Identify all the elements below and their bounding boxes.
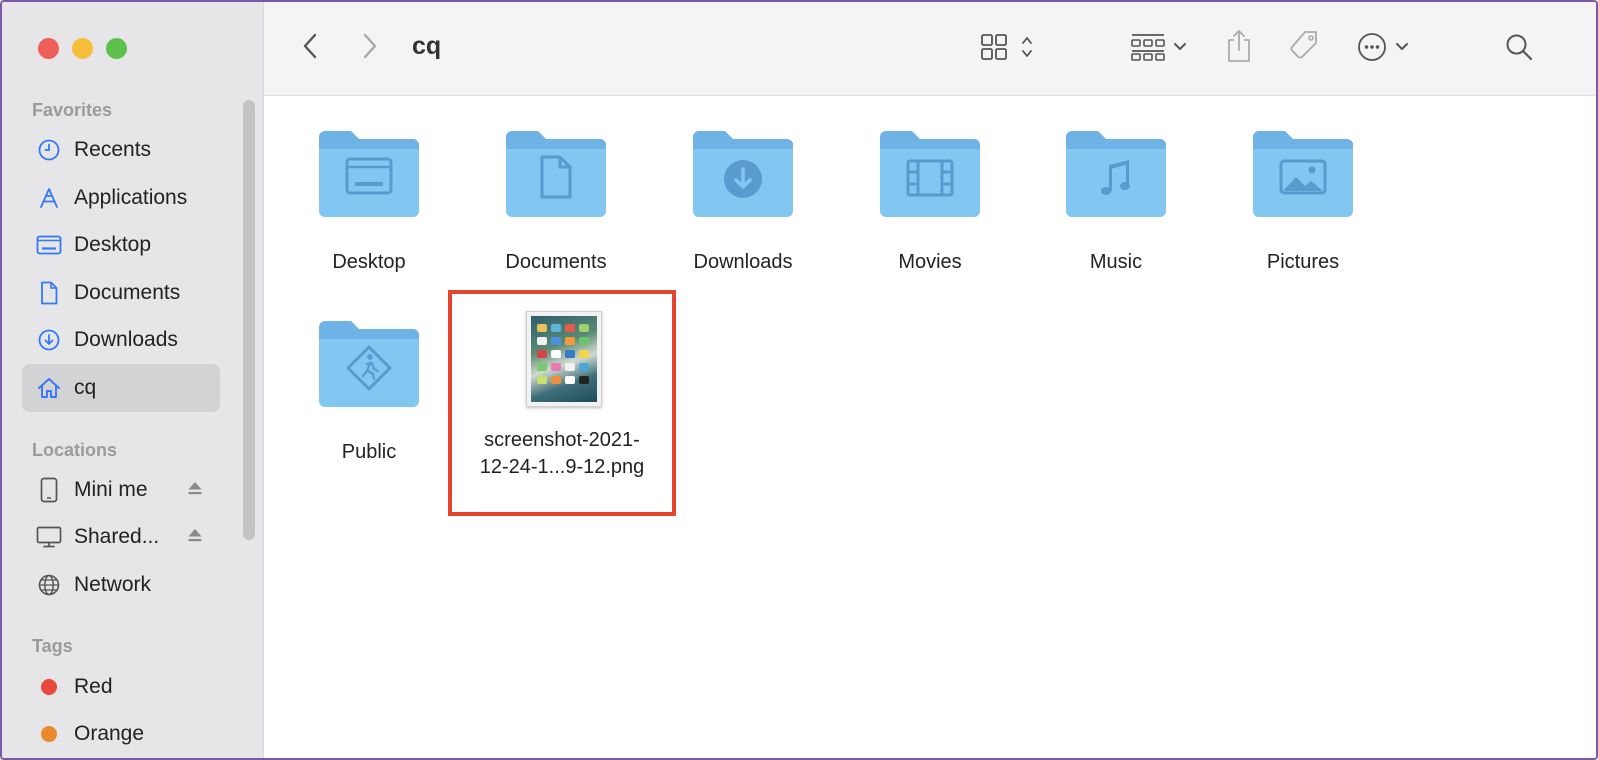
- sidebar-item-label: Recents: [74, 138, 152, 161]
- folder-music[interactable]: Music: [1023, 129, 1209, 275]
- locations-heading: Locations: [32, 440, 118, 460]
- folder-icon: [878, 129, 982, 219]
- folder-documents[interactable]: Documents: [463, 129, 649, 275]
- sidebar-item-label: cq: [74, 376, 97, 399]
- folder-pictures[interactable]: Pictures: [1210, 129, 1396, 275]
- screenshot-file-thumbnail[interactable]: [526, 311, 602, 407]
- forward-button[interactable]: [354, 30, 386, 66]
- sidebar-item-network[interactable]: Network: [22, 561, 220, 609]
- folder-label: Public: [341, 441, 397, 463]
- eject-icon[interactable]: [186, 480, 204, 501]
- folder-icon: [317, 129, 421, 219]
- favorites-heading: Favorites: [32, 100, 113, 120]
- sidebar-item-label: Applications: [74, 186, 188, 209]
- display-icon: [36, 524, 62, 550]
- sidebar-item-tag-orange[interactable]: Orange: [22, 710, 220, 758]
- minimize-window-button[interactable]: [72, 38, 93, 59]
- more-actions-button[interactable]: [1356, 32, 1418, 66]
- folder-label: Desktop: [332, 251, 406, 273]
- folder-label: Music: [1089, 251, 1143, 273]
- search-button[interactable]: [1502, 32, 1536, 66]
- view-mode-button[interactable]: [980, 32, 1040, 66]
- sidebar-item-desktop[interactable]: Desktop: [22, 221, 220, 269]
- ipad-icon: [36, 477, 62, 503]
- sidebar-item-mini-me[interactable]: Mini me: [22, 466, 220, 514]
- folder-desktop[interactable]: Desktop: [276, 129, 462, 275]
- group-by-button[interactable]: [1130, 32, 1192, 66]
- sidebar-item-label: Mini me: [74, 478, 148, 501]
- tags-heading: Tags: [32, 636, 73, 656]
- back-button[interactable]: [294, 30, 326, 66]
- sidebar-item-label: Documents: [74, 281, 181, 304]
- sidebar-item-label: Shared...: [74, 525, 160, 548]
- sidebar-item-tag-red[interactable]: Red: [22, 663, 220, 711]
- sidebar-item-label: Red: [74, 675, 113, 698]
- folder-icon: [1064, 129, 1168, 219]
- folder-movies[interactable]: Movies: [837, 129, 1023, 275]
- folder-icon: [1251, 129, 1355, 219]
- folder-icon: [504, 129, 608, 219]
- document-icon: [36, 280, 62, 306]
- sidebar-item-label: Downloads: [74, 328, 178, 351]
- orange-tag-dot-icon: [36, 721, 62, 747]
- file-label-line: screenshot-2021-: [484, 429, 640, 451]
- sidebar: Favorites Recents Applications Desktop D…: [2, 2, 264, 758]
- sidebar-item-recents[interactable]: Recents: [22, 126, 220, 174]
- desktop-icon: [36, 232, 62, 258]
- sidebar-item-cq[interactable]: cq: [22, 364, 220, 412]
- folder-icon: [317, 319, 421, 409]
- folder-label: Pictures: [1266, 251, 1340, 273]
- group-by-icon: [1130, 32, 1192, 67]
- download-glyph: [724, 160, 762, 198]
- window-title: cq: [412, 32, 442, 60]
- red-tag-dot-icon: [36, 674, 62, 700]
- screenshot-file-label[interactable]: screenshot-2021- 12-24-1...9-12.png: [452, 427, 672, 481]
- sidebar-scrollbar[interactable]: [243, 100, 255, 540]
- globe-icon: [36, 572, 62, 598]
- applications-icon: [36, 185, 62, 211]
- sidebar-item-label: Desktop: [74, 233, 152, 256]
- clock-icon: [36, 137, 62, 163]
- more-actions-icon: [1356, 31, 1418, 68]
- chevron-right-icon: [362, 32, 378, 65]
- folder-public[interactable]: Public: [276, 319, 462, 465]
- sidebar-item-downloads[interactable]: Downloads: [22, 316, 220, 364]
- finder-window: Favorites Recents Applications Desktop D…: [0, 0, 1598, 760]
- toolbar: cq: [264, 2, 1596, 96]
- folder-label: Downloads: [693, 251, 793, 273]
- search-icon: [1504, 32, 1534, 67]
- sidebar-item-shared[interactable]: Shared...: [22, 513, 220, 561]
- folder-downloads[interactable]: Downloads: [650, 129, 836, 275]
- sidebar-item-documents[interactable]: Documents: [22, 269, 220, 317]
- file-label-line: 12-24-1...9-12.png: [479, 456, 645, 478]
- file-browser-content: Desktop Documents Downloads Movies Music…: [264, 97, 1596, 758]
- thumbnail-image: [531, 316, 597, 402]
- download-icon: [36, 327, 62, 353]
- eject-icon[interactable]: [186, 527, 204, 548]
- tag-icon: [1287, 29, 1321, 68]
- share-button[interactable]: [1224, 28, 1254, 68]
- window-controls: [38, 38, 127, 59]
- share-icon: [1225, 28, 1253, 69]
- chevron-left-icon: [302, 32, 318, 65]
- folder-icon: [691, 129, 795, 219]
- sidebar-item-applications[interactable]: Applications: [22, 174, 220, 222]
- zoom-window-button[interactable]: [106, 38, 127, 59]
- icon-grid-view-icon: [980, 32, 1040, 67]
- sidebar-item-label: Network: [74, 573, 152, 596]
- folder-label: Documents: [505, 251, 607, 273]
- home-icon: [36, 375, 62, 401]
- sidebar-item-label: Orange: [74, 722, 145, 745]
- tag-button[interactable]: [1286, 30, 1322, 66]
- folder-label: Movies: [898, 251, 962, 273]
- close-window-button[interactable]: [38, 38, 59, 59]
